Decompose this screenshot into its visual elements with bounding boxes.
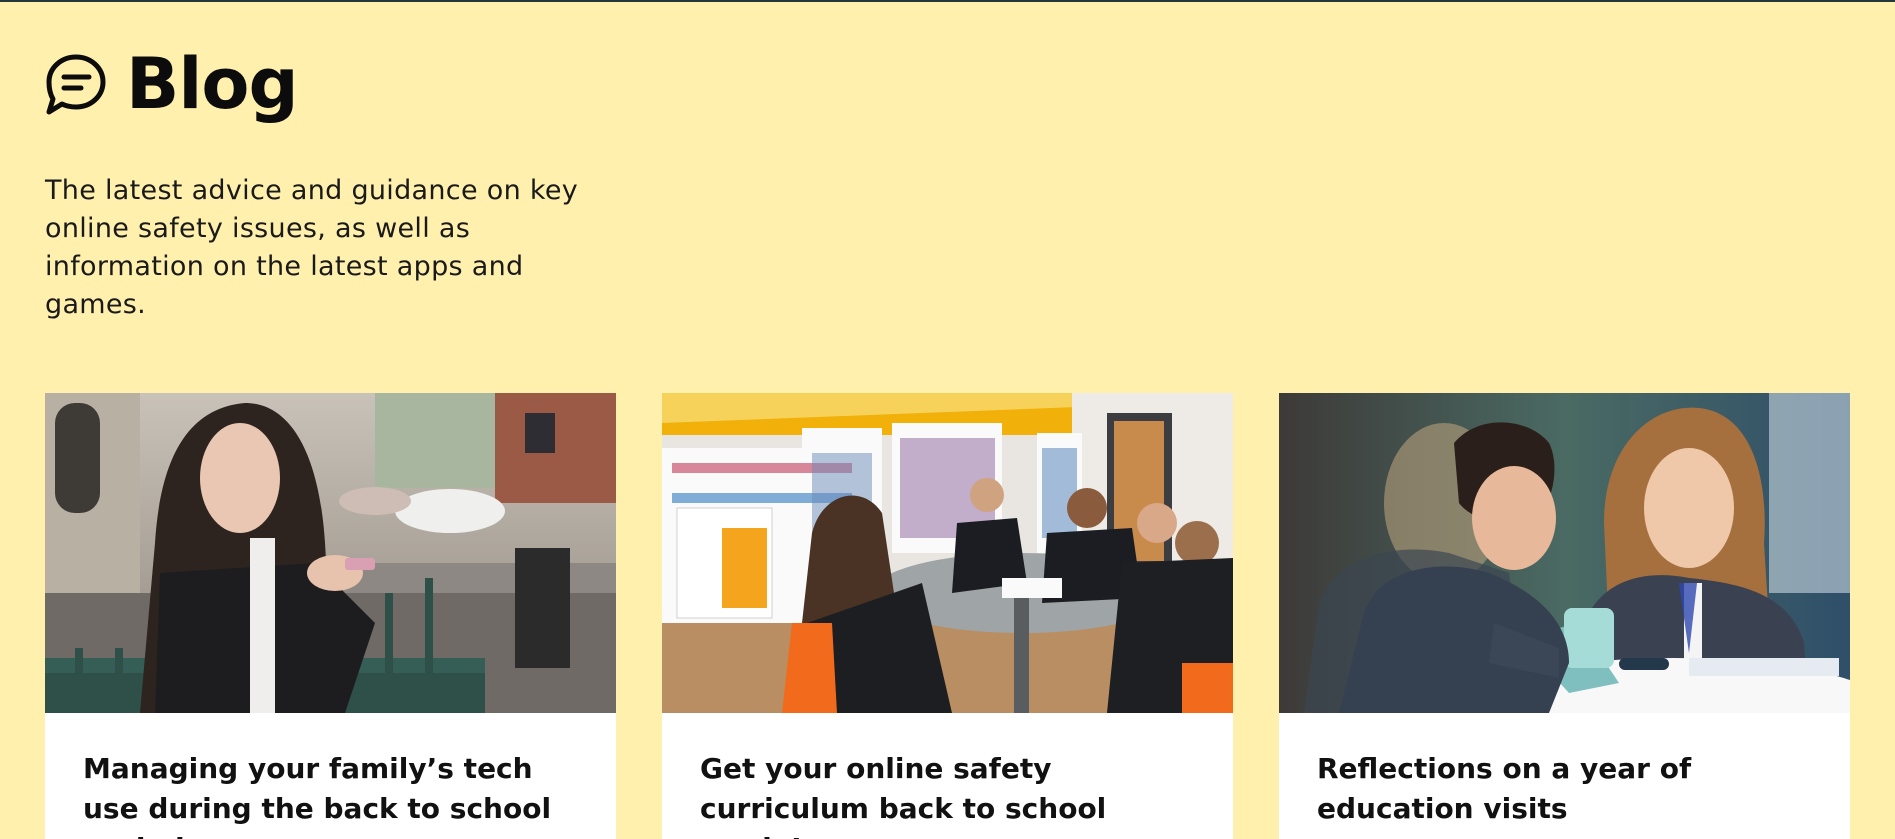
page-title: Blog — [126, 43, 299, 125]
blog-card-image — [662, 393, 1233, 713]
blog-card[interactable]: Reflections on a year of education visit… — [1279, 393, 1850, 839]
page-intro: The latest advice and guidance on key on… — [45, 175, 579, 320]
blog-card-image — [45, 393, 616, 713]
blog-card-title: Managing your family’s tech use during t… — [83, 752, 552, 839]
blog-card-title: Reflections on a year of education visit… — [1317, 752, 1692, 825]
speech-bubble-icon — [44, 52, 108, 116]
blog-card[interactable]: Managing your family’s tech use during t… — [45, 393, 616, 839]
blog-card-title: Get your online safety curriculum back t… — [700, 752, 1107, 839]
blog-card-image — [1279, 393, 1850, 713]
blog-card-list: Managing your family’s tech use during t… — [45, 393, 1850, 839]
blog-card[interactable]: Get your online safety curriculum back t… — [662, 393, 1233, 839]
page-header: Blog — [44, 43, 299, 125]
top-border — [0, 0, 1895, 2]
